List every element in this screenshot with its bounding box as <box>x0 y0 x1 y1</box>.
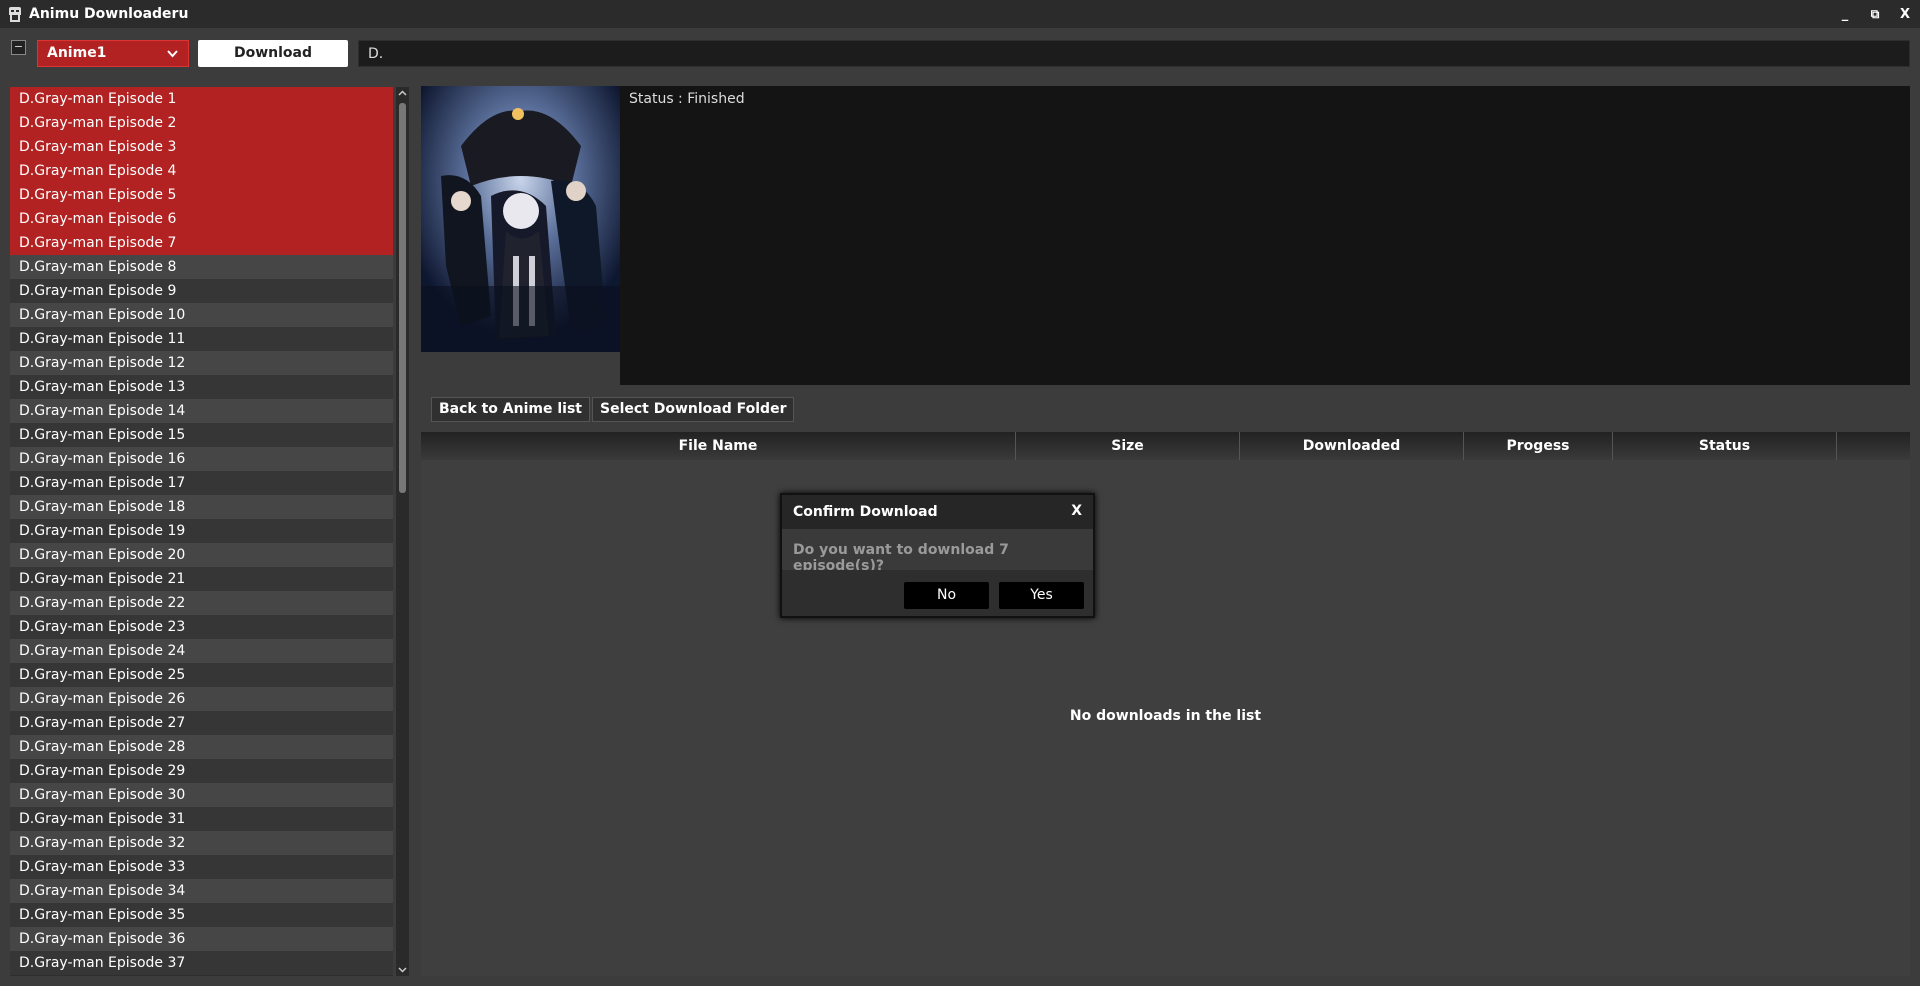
episode-list-item[interactable]: D.Gray-man Episode 33 <box>10 855 393 879</box>
search-input[interactable] <box>358 40 1910 67</box>
dialog-title: Confirm Download <box>793 504 938 520</box>
episode-list-item[interactable]: D.Gray-man Episode 5 <box>10 183 393 207</box>
table-header: File Name Size Downloaded Progess Status <box>421 432 1910 460</box>
anime-status-text: Status : Finished <box>629 91 745 107</box>
episode-list-item[interactable]: D.Gray-man Episode 10 <box>10 303 393 327</box>
episode-list-item[interactable]: D.Gray-man Episode 3 <box>10 135 393 159</box>
episode-list-item[interactable]: D.Gray-man Episode 13 <box>10 375 393 399</box>
episode-list-item[interactable]: D.Gray-man Episode 27 <box>10 711 393 735</box>
episode-list[interactable]: D.Gray-man Episode 1 D.Gray-man Episode 2… <box>10 87 393 976</box>
episode-list-item[interactable]: D.Gray-man Episode 37 <box>10 951 393 975</box>
column-header-status[interactable]: Status <box>1613 432 1837 460</box>
episode-list-item[interactable]: D.Gray-man Episode 30 <box>10 783 393 807</box>
source-dropdown[interactable]: Anime1 <box>37 40 189 67</box>
source-selected-value: Anime1 <box>47 45 107 61</box>
back-to-anime-list-button[interactable]: Back to Anime list <box>431 397 590 422</box>
dialog-header: Confirm Download X <box>782 495 1093 529</box>
episode-list-item[interactable]: D.Gray-man Episode 36 <box>10 927 393 951</box>
close-window-button[interactable]: X <box>1890 7 1920 22</box>
episode-list-item[interactable]: D.Gray-man Episode 11 <box>10 327 393 351</box>
episode-list-item[interactable]: D.Gray-man Episode 28 <box>10 735 393 759</box>
episode-list-item[interactable]: D.Gray-man Episode 29 <box>10 759 393 783</box>
column-header-downloaded[interactable]: Downloaded <box>1240 432 1464 460</box>
anime-info-panel: Status : Finished <box>620 86 1910 385</box>
episode-list-item[interactable]: D.Gray-man Episode 15 <box>10 423 393 447</box>
column-header-progress[interactable]: Progess <box>1464 432 1613 460</box>
window-controls: _ ⧉ X <box>1830 0 1920 28</box>
dialog-footer: No Yes <box>782 570 1093 616</box>
episode-list-item[interactable]: D.Gray-man Episode 35 <box>10 903 393 927</box>
episode-list-item[interactable]: D.Gray-man Episode 1 <box>10 87 393 111</box>
toolbar: − Anime1 Download <box>0 28 1920 78</box>
episode-list-item[interactable]: D.Gray-man Episode 8 <box>10 255 393 279</box>
episode-list-item[interactable]: D.Gray-man Episode 2 <box>10 111 393 135</box>
episode-list-item[interactable]: D.Gray-man Episode 12 <box>10 351 393 375</box>
episode-list-item[interactable]: D.Gray-man Episode 7 <box>10 231 393 255</box>
episode-list-item[interactable]: D.Gray-man Episode 4 <box>10 159 393 183</box>
episode-list-item[interactable]: D.Gray-man Episode 19 <box>10 519 393 543</box>
dialog-close-button[interactable]: X <box>1071 503 1082 519</box>
episode-list-item[interactable]: D.Gray-man Episode 26 <box>10 687 393 711</box>
empty-downloads-message: No downloads in the list <box>1069 708 1262 724</box>
episode-list-item[interactable]: D.Gray-man Episode 32 <box>10 831 393 855</box>
column-header-extra <box>1837 432 1910 460</box>
scroll-up-arrow-icon[interactable] <box>396 87 409 100</box>
episode-list-item[interactable]: D.Gray-man Episode 25 <box>10 663 393 687</box>
maximize-button[interactable]: ⧉ <box>1860 7 1890 22</box>
episode-list-item[interactable]: D.Gray-man Episode 23 <box>10 615 393 639</box>
episode-list-scrollbar[interactable] <box>396 87 409 976</box>
episode-list-item[interactable]: D.Gray-man Episode 21 <box>10 567 393 591</box>
episode-list-item[interactable]: D.Gray-man Episode 22 <box>10 591 393 615</box>
collapse-button[interactable]: − <box>11 40 26 55</box>
episode-list-item[interactable]: D.Gray-man Episode 9 <box>10 279 393 303</box>
downloads-table: File Name Size Downloaded Progess Status… <box>421 432 1910 976</box>
select-download-folder-button[interactable]: Select Download Folder <box>592 397 795 422</box>
column-header-file-name[interactable]: File Name <box>421 432 1016 460</box>
download-button[interactable]: Download <box>198 40 348 67</box>
episode-list-item[interactable]: D.Gray-man Episode 18 <box>10 495 393 519</box>
episode-list-item[interactable]: D.Gray-man Episode 20 <box>10 543 393 567</box>
anime-cover-image <box>421 86 620 352</box>
window-title: Animu Downloaderu <box>29 6 189 22</box>
scroll-down-arrow-icon[interactable] <box>396 963 409 976</box>
chevron-down-icon <box>167 41 178 75</box>
column-header-size[interactable]: Size <box>1016 432 1240 460</box>
app-logo-icon <box>8 6 22 22</box>
yes-button[interactable]: Yes <box>999 582 1084 609</box>
episode-list-item[interactable]: D.Gray-man Episode 6 <box>10 207 393 231</box>
episode-list-item[interactable]: D.Gray-man Episode 31 <box>10 807 393 831</box>
no-button[interactable]: No <box>904 582 989 609</box>
episode-list-item[interactable]: D.Gray-man Episode 24 <box>10 639 393 663</box>
minimize-button[interactable]: _ <box>1830 7 1860 22</box>
confirm-download-dialog: Confirm Download X Do you want to downlo… <box>780 493 1095 618</box>
scroll-thumb[interactable] <box>399 103 406 493</box>
episode-list-item[interactable]: D.Gray-man Episode 14 <box>10 399 393 423</box>
title-bar: Animu Downloaderu _ ⧉ X <box>0 0 1920 28</box>
episode-list-item[interactable]: D.Gray-man Episode 34 <box>10 879 393 903</box>
episode-list-item[interactable]: D.Gray-man Episode 16 <box>10 447 393 471</box>
episode-list-item[interactable]: D.Gray-man Episode 17 <box>10 471 393 495</box>
